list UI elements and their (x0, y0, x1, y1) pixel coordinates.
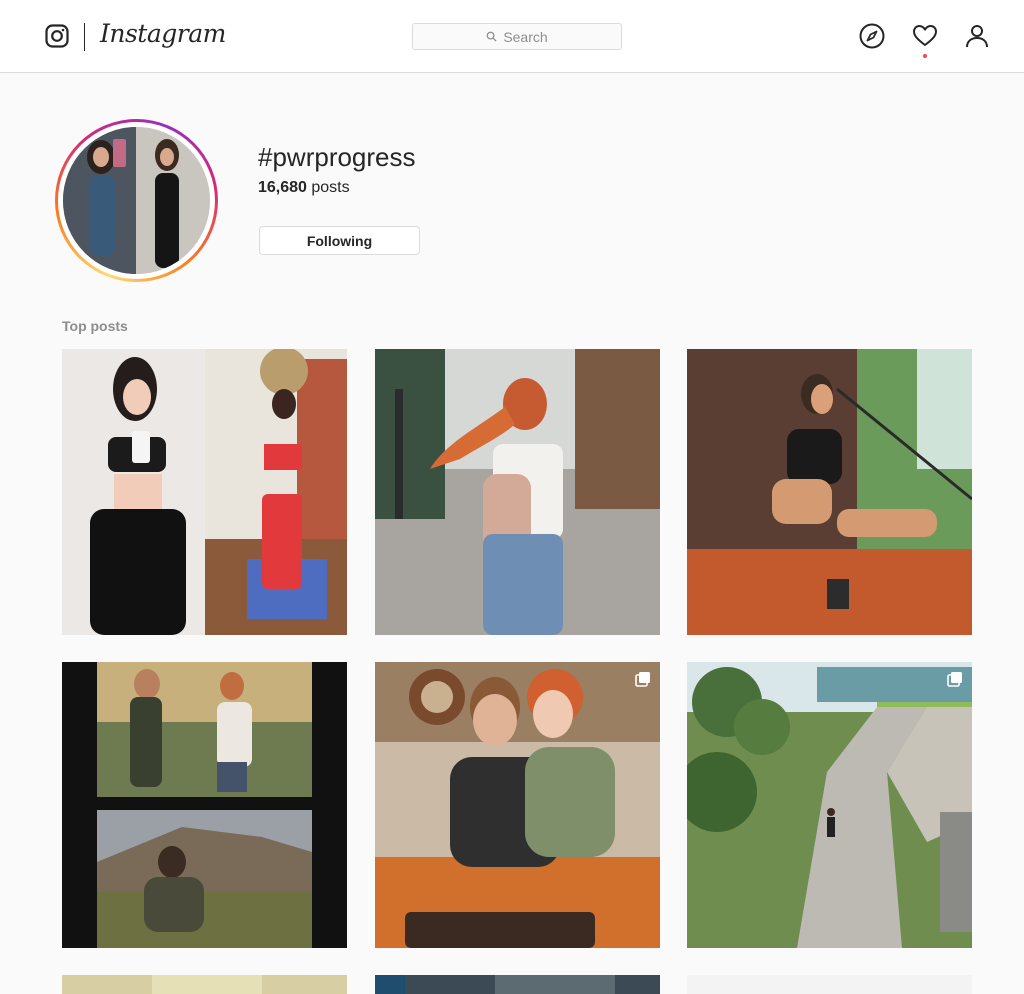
post-count-suffix: posts (306, 179, 350, 196)
post-image-sitting-sunlight (687, 349, 972, 635)
post-tile[interactable] (375, 662, 660, 948)
post-image-partial (62, 975, 347, 994)
following-button[interactable]: Following (259, 226, 420, 255)
hashtag-title: #pwrprogress (258, 142, 416, 172)
post-tile[interactable] (687, 662, 972, 948)
post-image-partial (687, 975, 972, 994)
post-tile[interactable] (375, 975, 660, 994)
post-image-street-backpack (375, 349, 660, 635)
post-image-film-couple (62, 662, 347, 948)
post-tile[interactable] (62, 662, 347, 948)
post-image-before-after-selfie (62, 349, 347, 635)
profile-icon[interactable] (964, 23, 990, 49)
top-navbar: Instagram Search (0, 0, 1024, 73)
instagram-wordmark[interactable]: Instagram (100, 19, 226, 48)
multiple-photos-icon (947, 672, 962, 687)
post-tile[interactable] (687, 975, 972, 994)
search-placeholder: Search (503, 28, 548, 45)
top-posts-label: Top posts (62, 318, 128, 334)
compass-icon[interactable] (859, 23, 885, 49)
post-tile[interactable] (375, 349, 660, 635)
post-count: 16,680 posts (258, 179, 350, 197)
post-tile[interactable] (687, 349, 972, 635)
post-tile[interactable] (62, 349, 347, 635)
camera-logo-icon[interactable] (45, 24, 69, 48)
hashtag-avatar (55, 119, 218, 282)
post-image-couple-table (375, 662, 660, 948)
logo-divider (84, 23, 85, 51)
search-input[interactable]: Search (412, 23, 622, 50)
avatar-image (63, 127, 210, 274)
post-tile[interactable] (62, 975, 347, 994)
search-icon (486, 31, 497, 42)
multiple-photos-icon (635, 672, 650, 687)
notification-dot (923, 54, 927, 58)
post-image-park-path (687, 662, 972, 948)
post-image-partial (375, 975, 660, 994)
heart-icon[interactable] (912, 23, 938, 49)
post-count-number: 16,680 (258, 179, 307, 196)
